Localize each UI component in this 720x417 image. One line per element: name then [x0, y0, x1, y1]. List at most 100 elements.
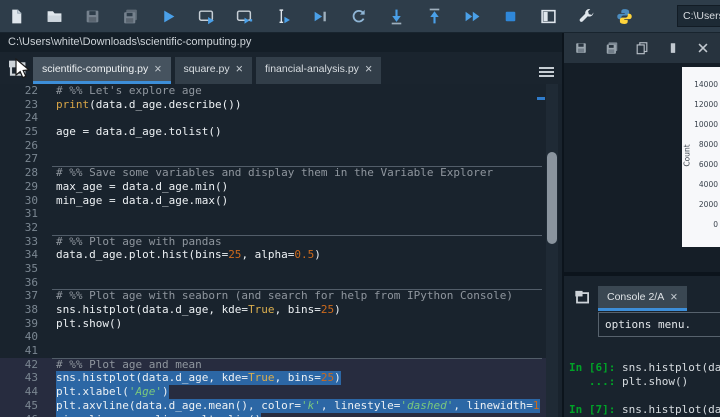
save-plot-icon[interactable] — [574, 41, 588, 55]
line-number: 24 — [24, 111, 38, 125]
code-line: 30 min_age = data.d_age.max() — [0, 194, 558, 208]
save-all-plots-icon[interactable] — [605, 41, 619, 55]
editor-options-menu-button[interactable] — [539, 64, 554, 77]
line-number: 44 — [24, 385, 38, 399]
code-line: 26 — [0, 139, 558, 153]
python-logo-icon[interactable] — [616, 8, 633, 25]
line-number: 28 — [24, 166, 38, 180]
save-icon[interactable] — [84, 8, 101, 25]
close-icon[interactable]: × — [365, 63, 372, 76]
y-tick-label: 4000 — [698, 180, 718, 189]
open-folder-icon[interactable] — [46, 8, 63, 25]
code-text: age = data.d_age.tolist() — [56, 125, 222, 139]
plot-figure: 14000 12000 10000 8000 6000 4000 2000 0 Count — [682, 67, 720, 247]
code-line: 32 — [0, 221, 558, 235]
line-number: 35 — [24, 261, 38, 275]
line-number: 34 — [24, 248, 38, 262]
code-line: 44 plt.xlabel('Age') — [0, 385, 558, 399]
y-tick-label: 14000 — [694, 80, 718, 89]
code-text: sns.histplot(data.d_age, kde=True, bins=… — [56, 371, 341, 386]
code-line: 38 sns.histplot(data.d_age, kde=True, bin… — [0, 303, 558, 317]
console-prompt: In [6]: — [569, 361, 622, 374]
line-number: 27 — [24, 152, 38, 166]
line-number: 32 — [24, 220, 38, 234]
rerun-icon[interactable] — [350, 8, 367, 25]
code-line: 45 plt.axvline(data.d_age.mean(), color='… — [0, 398, 558, 413]
console-prompt: In [7]: — [569, 403, 622, 416]
run-selection-icon[interactable] — [274, 8, 291, 25]
debug-continue-icon[interactable] — [464, 8, 481, 25]
code-text: # %% Save some variables and display the… — [56, 166, 494, 180]
line-number: 37 — [24, 289, 38, 303]
code-line: 25 age = data.d_age.tolist() — [0, 125, 558, 139]
tab-label: square.py — [183, 63, 230, 75]
console-pane[interactable]: Console 2/A × options menu. In [6]: sns.… — [564, 276, 720, 417]
line-number: 30 — [24, 193, 38, 207]
code-text: plt.axvline(data.d_age.mean(), color='k'… — [56, 398, 540, 413]
save-all-icon[interactable] — [122, 8, 139, 25]
code-editor[interactable]: 22 # %% Let's explore age 23 print(data.d_a… — [0, 84, 558, 417]
y-tick-label: 2000 — [698, 200, 718, 209]
run-file-icon[interactable] — [160, 8, 177, 25]
code-line: 22 # %% Let's explore age — [0, 84, 558, 98]
step-return-icon[interactable] — [426, 8, 443, 25]
code-line: 46 min_ylim, max_ylim = plt.ylim() — [0, 412, 558, 417]
run-cell-advance-icon[interactable] — [236, 8, 253, 25]
editor-scrollbar-thumb[interactable] — [547, 152, 557, 244]
tab-scientific-computing.py[interactable]: scientific-computing.py × — [33, 57, 171, 84]
console-browse-tabs-button[interactable] — [572, 287, 592, 305]
scrollflag-marker — [537, 97, 545, 100]
main-toolbar — [0, 0, 720, 33]
console-code: sns.histplot(da — [621, 361, 720, 374]
code-lines: 22 # %% Let's explore age 23 print(data.d_a… — [0, 84, 558, 417]
code-line: 31 — [0, 207, 558, 221]
step-into-icon[interactable] — [388, 8, 405, 25]
new-file-icon[interactable] — [8, 8, 25, 25]
line-number: 23 — [24, 97, 38, 111]
code-text: data.d_age.plot.hist(bins=25, alpha=0.5) — [56, 248, 321, 262]
editor-scrollbar[interactable] — [546, 84, 558, 417]
run-cell-icon[interactable] — [198, 8, 215, 25]
console-tab[interactable]: Console 2/A × — [598, 286, 687, 311]
code-text: max_age = data.d_age.min() — [56, 179, 229, 193]
tab-label: financial-analysis.py — [264, 63, 359, 75]
close-icon[interactable]: × — [154, 63, 161, 76]
code-line: 40 — [0, 330, 558, 344]
editor-tab-bar: scientific-computing.py × square.py × financ… — [0, 52, 562, 84]
line-number: 33 — [24, 234, 38, 248]
line-number: 36 — [24, 275, 38, 289]
right-panel: 14000 12000 10000 8000 6000 4000 2000 0 Count C… — [562, 33, 720, 417]
working-directory-input[interactable]: C:\Users\white — [677, 5, 720, 27]
line-number: 45 — [24, 398, 38, 412]
browse-tabs-button[interactable] — [5, 57, 29, 79]
plots-pane-toolbar — [564, 33, 720, 63]
line-number: 46 — [0, 413, 38, 417]
code-line: 28 # %% Save some variables and display t… — [0, 166, 558, 180]
tab-financial-analysis.py[interactable]: financial-analysis.py × — [255, 57, 382, 84]
line-number: 25 — [24, 125, 38, 139]
code-line: 39 plt.show() — [0, 317, 558, 331]
console-history: In [6]: sns.histplot(da ...: plt.show() I… — [569, 361, 720, 417]
plot-y-axis-label: Count — [682, 144, 692, 167]
line-number: 42 — [24, 357, 38, 371]
close-icon[interactable]: × — [236, 63, 243, 76]
browse-tabs-icon — [575, 290, 589, 304]
browse-tabs-icon — [9, 60, 26, 76]
tools-icon[interactable] — [578, 8, 595, 25]
code-line: 43 sns.histplot(data.d_age, kde=True, bin… — [0, 371, 558, 386]
stop-icon[interactable] — [502, 8, 519, 25]
console-line: ...: plt.show() — [569, 375, 720, 389]
run-until-line-icon[interactable] — [312, 8, 329, 25]
console-tab-label: Console 2/A — [607, 291, 665, 303]
code-text: sns.histplot(data.d_age, kde=True, bins=… — [56, 303, 341, 316]
remove-plot-icon[interactable] — [666, 41, 680, 55]
tab-square.py[interactable]: square.py × — [174, 57, 252, 84]
code-line: 24 — [0, 111, 558, 125]
maximize-pane-icon[interactable] — [540, 8, 557, 25]
close-icon[interactable]: × — [670, 291, 677, 304]
line-number: 40 — [24, 330, 38, 344]
close-pane-icon[interactable] — [696, 41, 710, 55]
copy-plot-icon[interactable] — [635, 41, 649, 55]
code-line: 29 max_age = data.d_age.min() — [0, 180, 558, 194]
